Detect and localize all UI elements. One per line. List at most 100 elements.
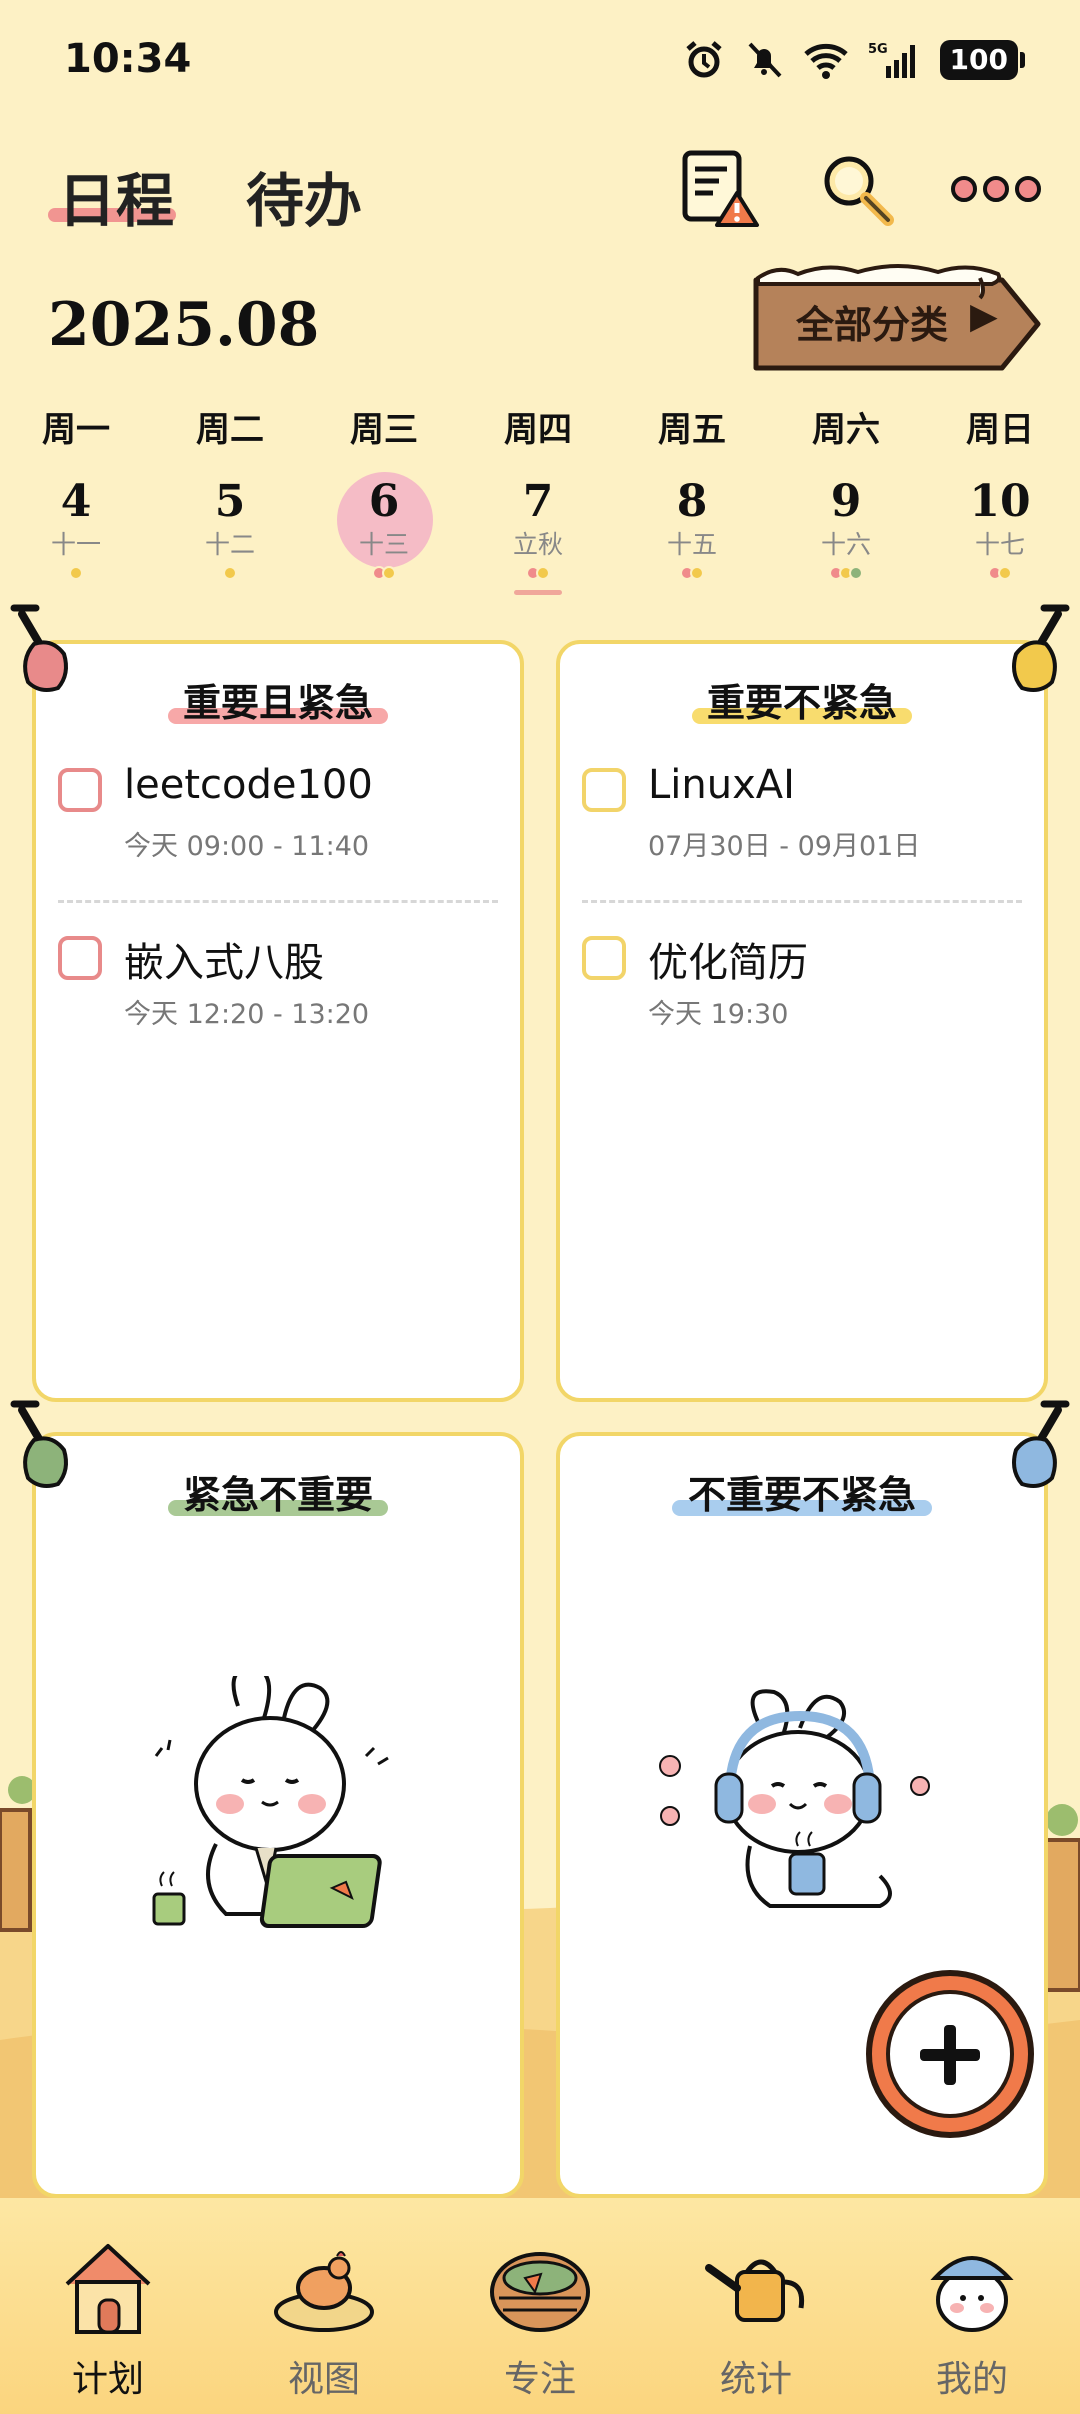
quadrant-important-not-urgent[interactable]: 重要不紧急 LinuxAI 07月30日 - 09月01日 优化简历 今天 19… — [556, 640, 1048, 1402]
event-dot — [382, 566, 396, 580]
bunny-headphones-tea-illustration — [659, 1689, 930, 1908]
day-number: 8 — [676, 476, 708, 527]
report-warning-icon[interactable] — [676, 144, 766, 234]
nav-item-statistics[interactable]: 统计 — [676, 2238, 836, 2408]
svg-text:5G: 5G — [868, 42, 888, 57]
task-item[interactable]: LinuxAI 07月30日 - 09月01日 — [582, 762, 1022, 862]
wifi-icon — [803, 43, 848, 79]
task-title: 优化简历 — [648, 940, 808, 986]
quadrant-title: 不重要不紧急 — [560, 1464, 1044, 1519]
event-dots — [930, 562, 1070, 584]
nav-label: 我的 — [935, 2359, 1008, 2400]
battery-indicator: 100 — [939, 40, 1026, 80]
task-item[interactable]: leetcode100 今天 09:00 - 11:40 — [58, 762, 498, 862]
event-dots — [468, 562, 608, 584]
more-options-icon[interactable] — [946, 144, 1046, 234]
hen-nest-icon — [274, 2251, 374, 2332]
nav-item-view[interactable]: 视图 — [244, 2238, 404, 2408]
cellular-5g-icon: 5G — [868, 42, 915, 78]
task-time: 今天 09:00 - 11:40 — [124, 831, 370, 862]
event-dot — [849, 566, 863, 580]
nav-label: 视图 — [287, 2359, 360, 2400]
status-time: 10:34 — [64, 36, 192, 82]
task-title: LinuxAI — [648, 762, 795, 808]
lunar-date: 十二 — [204, 530, 255, 559]
alarm-icon — [685, 41, 722, 78]
weekday-label: 周日 — [966, 410, 1034, 450]
event-dot — [690, 566, 704, 580]
weekday-label: 周一 — [42, 410, 110, 450]
bottom-navigation: 计划 视图 专注 统计 我的 — [0, 2198, 1080, 2414]
task-checkbox[interactable] — [58, 936, 102, 980]
task-time: 07月30日 - 09月01日 — [648, 831, 921, 862]
event-dots — [160, 562, 300, 584]
watering-can-icon — [705, 2259, 805, 2322]
lunar-date: 十六 — [820, 530, 871, 559]
day-cell[interactable]: 周四 7 立秋 — [468, 400, 608, 584]
top-header: 日程 待办 — [0, 130, 1080, 250]
tab-schedule[interactable]: 日程 — [58, 154, 174, 238]
day-cell[interactable]: 周一 4 十一 — [6, 400, 146, 584]
day-number: 7 — [522, 476, 554, 527]
day-number: 5 — [214, 476, 246, 527]
play-arrow-icon: ▶ — [970, 296, 998, 337]
task-item[interactable]: 嵌入式八股 今天 12:20 - 13:20 — [58, 930, 498, 1030]
house-icon — [65, 2244, 151, 2334]
task-time: 今天 19:30 — [648, 999, 789, 1030]
search-icon[interactable] — [812, 144, 902, 234]
quadrant-important-urgent[interactable]: 重要且紧急 leetcode100 今天 09:00 - 11:40 嵌入式八股… — [32, 640, 524, 1402]
quadrant-title: 重要不紧急 — [560, 672, 1044, 727]
quadrant-title: 紧急不重要 — [36, 1464, 520, 1519]
weekday-label: 周四 — [504, 410, 572, 450]
add-task-button[interactable] — [866, 1970, 1034, 2138]
day-number: 9 — [830, 476, 862, 527]
week-strip: 周一 4 十一 周二 5 十二 周三 6 十三 周四 7 立秋 周五 8 十五 周六 9 十六 周日 10 十七 — [0, 400, 1080, 600]
weekday-label: 周二 — [196, 410, 264, 450]
lunar-date: 十一 — [50, 530, 101, 559]
all-categories-button[interactable]: 全部分类 ▶ — [748, 262, 1044, 372]
day-number: 4 — [60, 476, 92, 527]
day-cell[interactable]: 周五 8 十五 — [622, 400, 762, 584]
task-title: leetcode100 — [124, 762, 373, 808]
task-divider — [58, 900, 498, 903]
day-cell[interactable]: 周二 5 十二 — [160, 400, 300, 584]
nav-item-plan[interactable]: 计划 — [28, 2238, 188, 2408]
month-label[interactable]: 2025.08 — [48, 290, 319, 360]
category-label: 全部分类 — [796, 302, 949, 347]
day-cell[interactable]: 周日 10 十七 — [930, 400, 1070, 584]
task-checkbox[interactable] — [582, 768, 626, 812]
bunny-avatar-icon — [930, 2256, 1014, 2332]
task-divider — [582, 900, 1022, 903]
day-cell[interactable]: 周三 6 十三 — [314, 400, 454, 584]
task-checkbox[interactable] — [582, 936, 626, 980]
event-dots — [6, 562, 146, 584]
status-bar: 10:34 5G 100 — [0, 0, 1080, 120]
weekday-label: 周六 — [812, 410, 880, 450]
day-cell[interactable]: 周六 9 十六 — [776, 400, 916, 584]
lunar-date: 立秋 — [512, 530, 563, 559]
nav-label: 专注 — [503, 2359, 576, 2400]
red-shovel-icon — [10, 604, 68, 692]
green-shovel-icon — [10, 1400, 68, 1488]
weekday-label: 周五 — [658, 410, 726, 450]
nav-item-focus[interactable]: 专注 — [460, 2238, 620, 2408]
tab-todo[interactable]: 待办 — [246, 154, 362, 238]
nav-item-profile[interactable]: 我的 — [892, 2238, 1052, 2408]
bunny-working-laptop-illustration — [152, 1676, 389, 1928]
nav-label: 计划 — [71, 2359, 144, 2400]
quadrant-title: 重要且紧急 — [36, 672, 520, 727]
blue-shovel-icon — [1012, 1400, 1070, 1488]
lunar-date: 十三 — [358, 530, 409, 559]
event-dot — [223, 566, 237, 580]
event-dot — [998, 566, 1012, 580]
status-icons: 5G 100 — [684, 40, 1026, 80]
day-number: 6 — [368, 476, 400, 527]
event-dots — [314, 562, 454, 584]
task-checkbox[interactable] — [58, 768, 102, 812]
weekday-label: 周三 — [350, 410, 418, 450]
quadrant-urgent-not-important[interactable]: 紧急不重要 — [32, 1432, 524, 2198]
task-item[interactable]: 优化简历 今天 19:30 — [582, 930, 1022, 1030]
today-indicator — [514, 590, 562, 595]
day-number: 10 — [969, 476, 1031, 527]
nav-label: 统计 — [719, 2359, 792, 2400]
